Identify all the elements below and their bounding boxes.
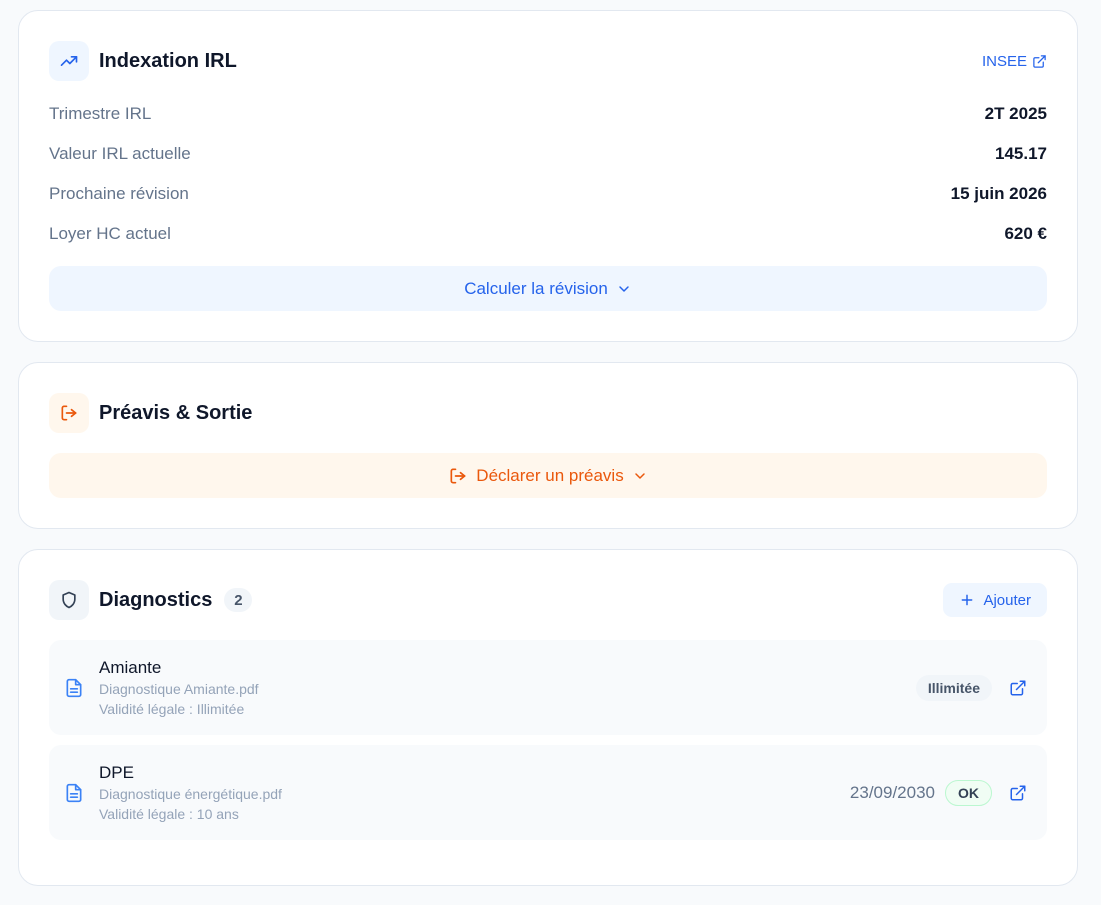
irl-header: Indexation IRL INSEE <box>49 41 1047 81</box>
irl-rows: Trimestre IRL 2T 2025 Valeur IRL actuell… <box>49 94 1047 254</box>
diagnostics-card: Diagnostics 2 Ajouter Amiante Diagnostiq… <box>18 549 1078 886</box>
add-diagnostic-button[interactable]: Ajouter <box>943 583 1047 617</box>
irl-row-revision: Prochaine révision 15 juin 2026 <box>49 174 1047 214</box>
diagnostic-file: Diagnostique énergétique.pdf <box>99 785 282 802</box>
row-label: Loyer HC actuel <box>49 224 171 243</box>
list-item[interactable]: Amiante Diagnostique Amiante.pdf Validit… <box>49 640 1047 735</box>
add-diagnostic-label: Ajouter <box>983 591 1031 609</box>
declare-preavis-label: Déclarer un préavis <box>476 465 624 485</box>
row-label: Valeur IRL actuelle <box>49 144 191 163</box>
row-value: 15 juin 2026 <box>950 184 1047 203</box>
irl-row-loyer: Loyer HC actuel 620 € <box>49 214 1047 254</box>
chevron-down-icon <box>619 285 629 292</box>
diagnostic-file: Diagnostique Amiante.pdf <box>99 680 259 697</box>
preavis-card: Préavis & Sortie Déclarer un préavis <box>18 362 1078 529</box>
file-text-icon <box>64 678 84 698</box>
preavis-header: Préavis & Sortie <box>49 393 1047 433</box>
diagnostic-name: Amiante <box>99 657 162 677</box>
log-out-icon <box>49 393 89 433</box>
calculate-revision-button[interactable]: Calculer la révision <box>49 266 1047 311</box>
irl-row-trimestre: Trimestre IRL 2T 2025 <box>49 94 1047 134</box>
file-text-icon <box>64 783 84 803</box>
irl-card: Indexation IRL INSEE Trimestre IRL 2T 20… <box>18 10 1078 342</box>
diagnostics-count-badge: 2 <box>224 588 253 612</box>
diagnostic-info: Amiante Diagnostique Amiante.pdf Validit… <box>99 657 259 719</box>
external-link-icon <box>1033 54 1046 68</box>
diagnostic-validity: Validité légale : 10 ans <box>99 805 239 822</box>
row-label: Prochaine révision <box>49 184 189 203</box>
row-label: Trimestre IRL <box>49 104 152 123</box>
diagnostic-name: DPE <box>99 762 134 782</box>
page: Indexation IRL INSEE Trimestre IRL 2T 20… <box>0 0 1101 905</box>
diagnostic-validity: Validité légale : Illimitée <box>99 700 245 717</box>
diagnostics-header: Diagnostics 2 Ajouter <box>49 580 1047 620</box>
row-value: 2T 2025 <box>984 104 1047 123</box>
status-badge: OK <box>945 779 992 806</box>
insee-link[interactable]: INSEE <box>982 53 1047 70</box>
diagnostic-meta: 23/09/2030 OK <box>849 779 1027 806</box>
list-item[interactable]: DPE Diagnostique énergétique.pdf Validit… <box>49 745 1047 840</box>
diagnostic-info: DPE Diagnostique énergétique.pdf Validit… <box>99 762 282 824</box>
diagnostics-title: Diagnostics <box>99 588 213 611</box>
row-value: 620 € <box>1004 224 1047 243</box>
diagnostic-meta: Illimitée <box>915 674 1027 701</box>
status-badge: Illimitée <box>915 674 992 701</box>
external-link-icon[interactable] <box>1009 679 1027 697</box>
log-out-icon <box>450 468 466 483</box>
shield-icon <box>49 580 89 620</box>
diagnostic-expiry-date: 23/09/2030 <box>849 782 935 802</box>
calculate-revision-label: Calculer la révision <box>464 278 608 298</box>
chevron-down-icon <box>634 472 645 479</box>
plus-icon <box>962 594 973 606</box>
trending-up-icon <box>49 41 89 81</box>
external-link-icon[interactable] <box>1009 784 1027 802</box>
preavis-title: Préavis & Sortie <box>99 401 253 424</box>
row-value: 145.17 <box>995 144 1047 163</box>
irl-title: Indexation IRL <box>99 49 237 72</box>
insee-link-label: INSEE <box>981 52 1027 70</box>
declare-preavis-button[interactable]: Déclarer un préavis <box>49 453 1047 498</box>
irl-row-valeur: Valeur IRL actuelle 145.17 <box>49 134 1047 174</box>
